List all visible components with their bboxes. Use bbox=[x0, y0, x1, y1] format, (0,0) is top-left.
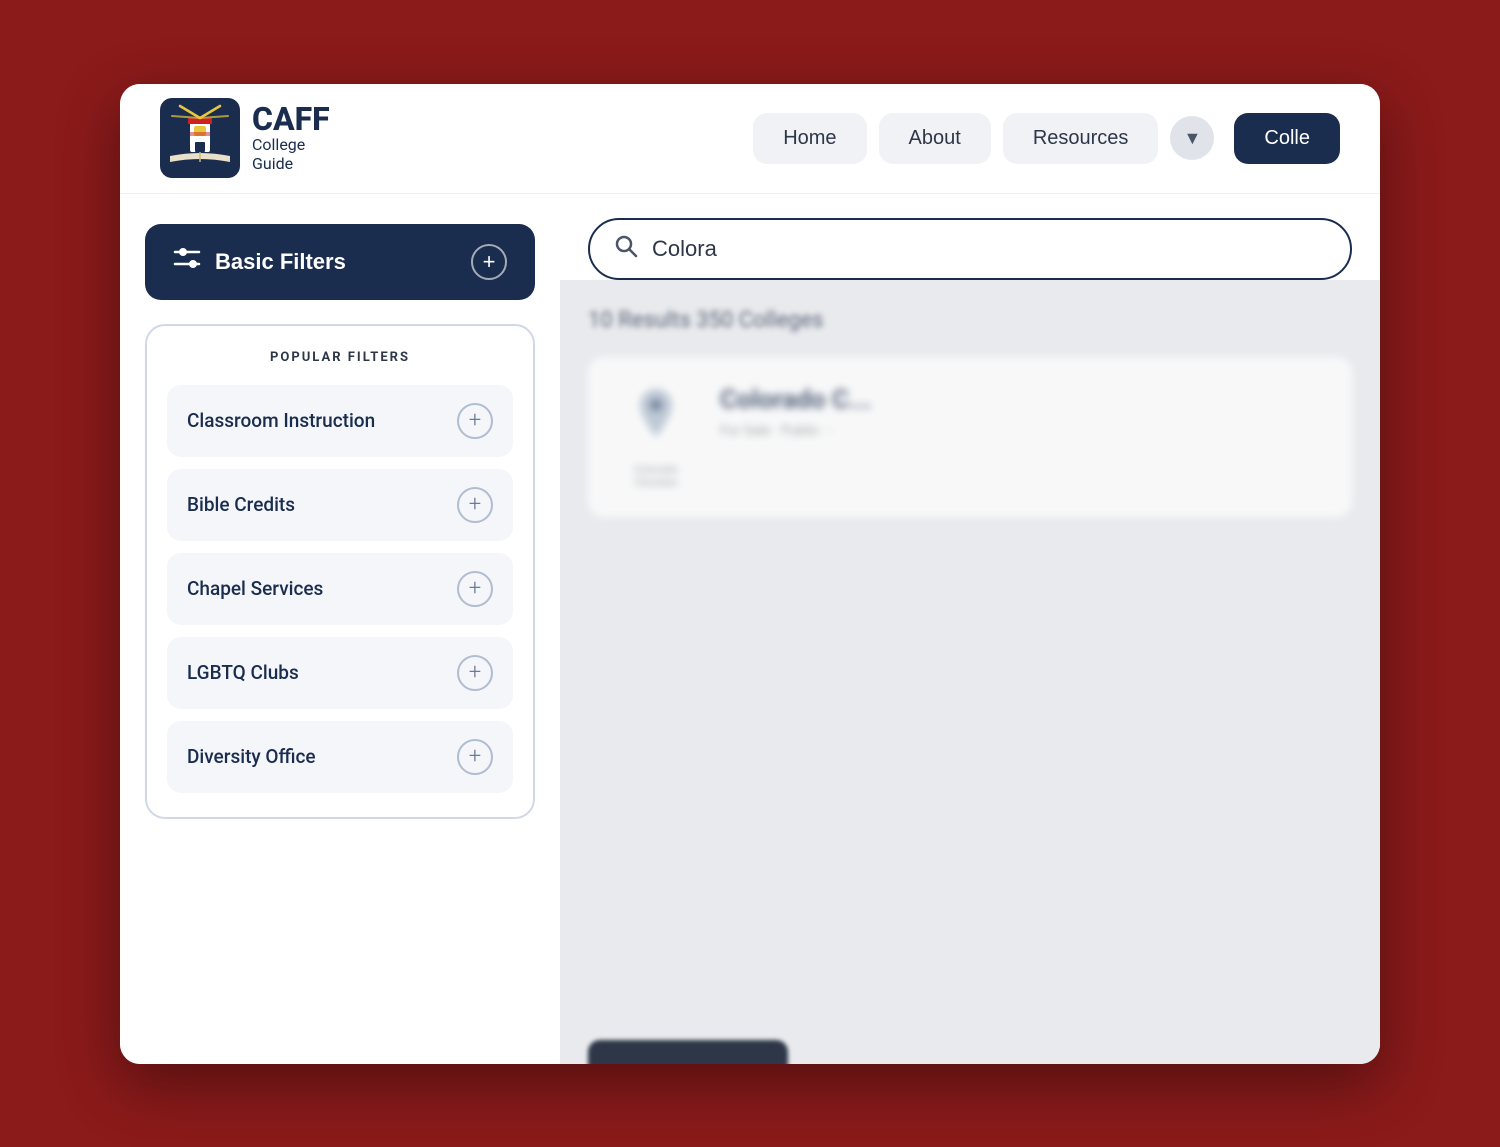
filter-item-lgbtq-clubs[interactable]: LGBTQ Clubs + bbox=[167, 637, 513, 709]
logo-subtitle: CollegeGuide bbox=[252, 135, 330, 173]
filter-label-lgbtq-clubs: LGBTQ Clubs bbox=[187, 661, 299, 684]
logo-text: CAFF CollegeGuide bbox=[252, 103, 330, 173]
search-input[interactable] bbox=[652, 236, 1326, 262]
filter-add-diversity-office-icon: + bbox=[457, 739, 493, 775]
filter-item-chapel-services[interactable]: Chapel Services + bbox=[167, 553, 513, 625]
bottom-bar bbox=[588, 1040, 1380, 1064]
basic-filters-expand-icon: + bbox=[471, 244, 507, 280]
sidebar: Basic Filters + POPULAR FILTERS Classroo… bbox=[120, 194, 560, 1064]
right-panel: 10 Results 350 Colleges Colorado Christi… bbox=[560, 194, 1380, 1064]
filter-label-chapel-services: Chapel Services bbox=[187, 577, 323, 600]
bottom-action-btn bbox=[588, 1040, 788, 1064]
popular-filters-title: POPULAR FILTERS bbox=[167, 350, 513, 365]
results-area: 10 Results 350 Colleges Colorado Christi… bbox=[560, 280, 1380, 1064]
browser-frame: CAFF CollegeGuide Home About Resources ▼… bbox=[120, 84, 1380, 1064]
header: CAFF CollegeGuide Home About Resources ▼… bbox=[120, 84, 1380, 194]
filter-add-chapel-services-icon: + bbox=[457, 571, 493, 607]
basic-filters-left: Basic Filters bbox=[173, 244, 346, 279]
college-icon-label: Colorado Christian bbox=[616, 463, 696, 489]
filter-label-classroom-instruction: Classroom Instruction bbox=[187, 409, 375, 432]
popular-filters-card: POPULAR FILTERS Classroom Instruction + … bbox=[145, 324, 535, 819]
college-card: Colorado Christian Colorado C... For Sal… bbox=[588, 357, 1352, 517]
college-info: Colorado C... For Sale · Public ··· bbox=[720, 385, 1324, 489]
nav-home[interactable]: Home bbox=[753, 113, 866, 164]
filter-add-bible-credits-icon: + bbox=[457, 487, 493, 523]
filter-label-diversity-office: Diversity Office bbox=[187, 745, 316, 768]
college-detail: For Sale · Public ··· bbox=[720, 423, 1324, 439]
nav-resources[interactable]: Resources bbox=[1003, 113, 1159, 164]
nav-dropdown-button[interactable]: ▼ bbox=[1170, 116, 1214, 160]
search-bar-wrapper bbox=[560, 194, 1380, 280]
results-count: 10 Results 350 Colleges bbox=[588, 308, 1352, 333]
filter-add-lgbtq-clubs-icon: + bbox=[457, 655, 493, 691]
search-icon bbox=[614, 234, 638, 264]
main-content: Basic Filters + POPULAR FILTERS Classroo… bbox=[120, 194, 1380, 1064]
college-icon-area: Colorado Christian bbox=[616, 385, 696, 489]
basic-filters-button[interactable]: Basic Filters + bbox=[145, 224, 535, 300]
filter-item-diversity-office[interactable]: Diversity Office + bbox=[167, 721, 513, 793]
college-name: Colorado C... bbox=[720, 385, 1324, 415]
filter-add-classroom-instruction-icon: + bbox=[457, 403, 493, 439]
nav-about[interactable]: About bbox=[879, 113, 991, 164]
logo-area: CAFF CollegeGuide bbox=[160, 98, 330, 178]
college-map-icon bbox=[631, 385, 681, 455]
logo-title: CAFF bbox=[252, 103, 330, 135]
filter-sliders-icon bbox=[173, 244, 201, 279]
filter-label-bible-credits: Bible Credits bbox=[187, 493, 295, 516]
logo-icon bbox=[160, 98, 240, 178]
search-bar bbox=[588, 218, 1352, 280]
filter-item-classroom-instruction[interactable]: Classroom Instruction + bbox=[167, 385, 513, 457]
main-nav: Home About Resources ▼ Colle bbox=[753, 113, 1340, 164]
nav-cta-button[interactable]: Colle bbox=[1234, 113, 1340, 164]
basic-filters-label: Basic Filters bbox=[215, 249, 346, 275]
filter-item-bible-credits[interactable]: Bible Credits + bbox=[167, 469, 513, 541]
